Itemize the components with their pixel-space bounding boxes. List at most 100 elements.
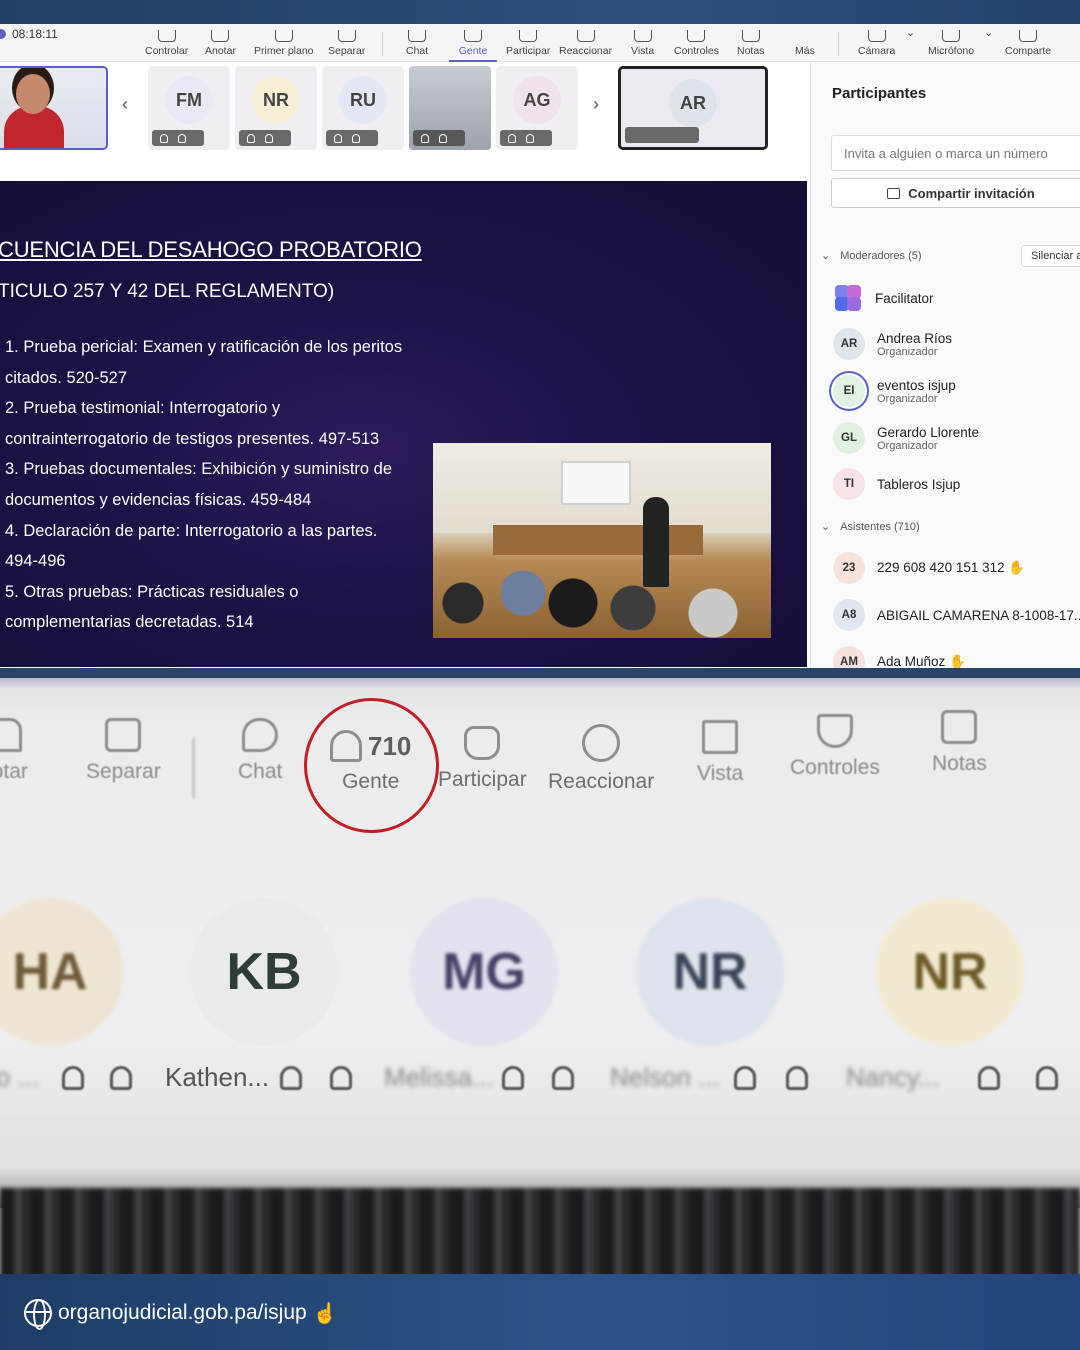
status-dot: [0, 29, 6, 39]
mic-off-icon: [330, 1066, 352, 1090]
chevron-down-icon[interactable]: ⌄: [906, 26, 915, 39]
hand-icon: [502, 1066, 524, 1090]
toolbar-raise-hand-button[interactable]: Participar: [506, 24, 550, 62]
zoom-label: Vista: [697, 762, 744, 785]
toolbar-share-button[interactable]: Comparte: [1005, 24, 1051, 62]
toolbar-popout-button[interactable]: Separar: [328, 24, 365, 62]
participant-video-tile[interactable]: [409, 66, 491, 150]
participant-tile[interactable]: AG: [496, 66, 578, 150]
zoom-notes-button: Notas: [932, 710, 987, 776]
courtroom-audience: [433, 563, 771, 638]
mic-off-icon: [110, 1066, 132, 1090]
participant-name: eventos isjup: [877, 377, 956, 393]
toolbar-more-button[interactable]: Más: [795, 24, 815, 62]
chevron-right-icon[interactable]: ›: [593, 94, 599, 115]
toolbar-notes-button[interactable]: Notas: [737, 24, 764, 62]
highlight-circle: [304, 698, 439, 833]
camera-icon: [867, 30, 886, 42]
invite-input[interactable]: Invita a alguien o marca un número: [831, 135, 1080, 171]
featured-participant-tile[interactable]: AR: [618, 66, 768, 150]
participants-panel: Participantes Invita a alguien o marca u…: [810, 62, 1080, 670]
photo-top-band: [0, 678, 1080, 688]
slide-line: 2. Prueba testimonial: Interrogatorio y: [5, 399, 281, 418]
meeting-clock: 08:18:11: [12, 27, 58, 41]
zoom-annotate-button: notar: [0, 718, 28, 784]
participant-row[interactable]: Facilitator: [833, 280, 934, 316]
pointer-hand-icon: ☝: [312, 1302, 338, 1325]
avatar: NR: [252, 76, 300, 124]
participant-name-text: 229 608 420 151 312: [877, 560, 1005, 575]
panel-title: Participantes: [832, 85, 927, 102]
participant-tile[interactable]: FM: [148, 66, 230, 150]
toolbar-annotate-button[interactable]: Anotar: [205, 24, 236, 62]
hand-icon: [62, 1066, 84, 1090]
attendees-header: Asistentes (710): [840, 520, 920, 533]
participant-row[interactable]: AM Ada Muñoz ✋: [833, 644, 966, 670]
toolbar-label: Micrófono: [928, 45, 975, 57]
participant-row[interactable]: EI eventos isjup Organizador: [833, 373, 956, 409]
video-strip: ‹ FM NR RU AG › AR: [0, 66, 810, 152]
participant-row[interactable]: GL Gerardo Llorente Organizador: [833, 420, 979, 456]
participant-row[interactable]: TI Tableros Isjup: [833, 466, 960, 502]
zoom-raise-hand-button: Participar: [438, 726, 527, 792]
avatar: EI: [833, 375, 865, 407]
participant-row[interactable]: 23 229 608 420 151 312 ✋: [833, 550, 1025, 586]
toolbar-people-button[interactable]: Gente: [449, 24, 497, 62]
participant-name-text: Ada Muñoz: [877, 654, 946, 669]
popout-icon: [105, 718, 142, 752]
notes-icon: [941, 710, 978, 744]
avatar: AM: [833, 646, 865, 670]
shared-presentation-slide: CUENCIA DEL DESAHOGO PROBATORIO TICULO 2…: [0, 181, 807, 667]
participant-role: Organizador: [877, 345, 938, 358]
toolbar-camera-button[interactable]: Cámara: [858, 24, 895, 62]
tile-status-badges: [239, 130, 291, 146]
avatar: AG: [513, 76, 561, 124]
participant-row[interactable]: AR Andrea Ríos Organizador: [833, 326, 952, 362]
participant-name: Gerardo Llorente: [877, 424, 980, 440]
toolbar-spotlight-button[interactable]: Primer plano: [254, 24, 314, 62]
self-video-tile[interactable]: [0, 66, 108, 150]
toolbar-controls-button[interactable]: Controles: [674, 24, 719, 62]
chevron-down-icon[interactable]: ⌄: [984, 26, 993, 39]
zoom-label: Reaccionar: [548, 770, 655, 793]
toolbar-label: Primer plano: [254, 45, 314, 57]
zoom-label: Chat: [238, 760, 283, 783]
courtroom-photo: [433, 443, 771, 638]
participant-name: 229 608 420 151 312 ✋: [877, 560, 1025, 576]
toolbar-react-button[interactable]: Reaccionar: [559, 24, 612, 62]
zoom-divider: [192, 738, 195, 798]
participant-row[interactable]: A8 ABIGAIL CAMARENA 8-1008-17...: [833, 597, 1080, 633]
section-divider: [0, 668, 1080, 678]
mic-off-icon: [265, 133, 273, 143]
raise-hand-icon: [519, 30, 538, 42]
slide-evidence-list: 1. Prueba pericial: Examen y ratificació…: [5, 332, 425, 638]
facilitator-icon: [833, 283, 863, 313]
participant-name: ABIGAIL CAMARENA 8-1008-17...: [877, 607, 1080, 623]
hand-icon: [160, 133, 168, 143]
participant-tile[interactable]: RU: [322, 66, 404, 150]
participant-tile[interactable]: NR: [235, 66, 317, 150]
share-invite-button[interactable]: Compartir invitación: [831, 178, 1080, 208]
attendees-section-toggle[interactable]: ⌄ Asistentes (710): [821, 520, 920, 534]
hand-icon: [421, 133, 429, 143]
participant-name: Nelson ...: [610, 1062, 720, 1092]
mic-off-icon: [178, 133, 186, 143]
footer-link[interactable]: organojudicial.gob.pa/isjup ☝: [24, 1299, 338, 1330]
toolbar-mic-button[interactable]: Micrófono: [928, 24, 974, 62]
mute-all-button[interactable]: Silenciar a: [1021, 245, 1080, 267]
meeting-screenshot: 08:18:11 Controlar Anotar Primer plano S…: [0, 24, 1080, 670]
toolbar-label: Controlar: [145, 45, 189, 57]
chevron-left-icon[interactable]: ‹: [122, 94, 128, 115]
toolbar-chat-button[interactable]: Chat: [406, 24, 428, 62]
toolbar-label: Anotar: [205, 45, 236, 57]
control-icon: [157, 30, 176, 42]
moderators-section-toggle[interactable]: ⌄ Moderadores (5): [821, 249, 922, 263]
avatar: 23: [833, 552, 865, 584]
participant-name: o ...: [0, 1062, 40, 1092]
view-icon: [633, 30, 652, 42]
toolbar-control-button[interactable]: Controlar: [145, 24, 188, 62]
meeting-toolbar: 08:18:11 Controlar Anotar Primer plano S…: [0, 24, 1080, 62]
toolbar-view-button[interactable]: Vista: [631, 24, 654, 62]
toolbar-divider: [382, 32, 383, 56]
slide-line: 1. Prueba pericial: Examen y ratificació…: [5, 338, 403, 356]
